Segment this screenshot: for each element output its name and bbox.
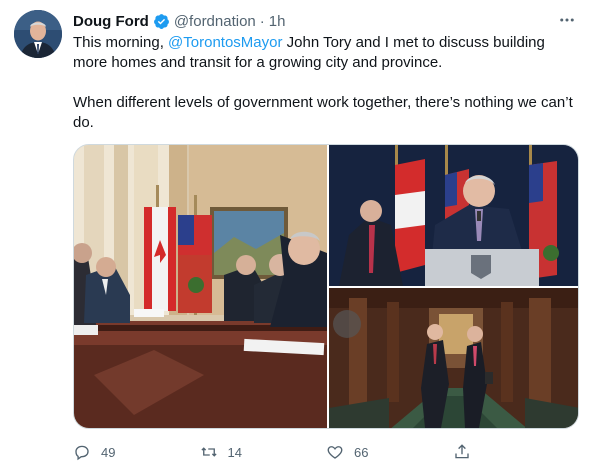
avatar[interactable]	[14, 10, 62, 58]
reply-button[interactable]: 49	[73, 443, 200, 461]
share-button[interactable]	[453, 443, 580, 461]
mention-link[interactable]: @TorontosMayor	[168, 34, 282, 51]
retweet-icon	[200, 447, 217, 457]
tweet-text: This morning, @TorontosMayor John Tory a…	[73, 33, 578, 153]
avatar-image	[14, 10, 62, 58]
tweet-timestamp[interactable]: 1h	[269, 13, 286, 30]
tweet-paragraph-1: This morning, @TorontosMayor John Tory a…	[73, 33, 578, 73]
photo-meeting-room[interactable]	[74, 145, 327, 428]
more-options-button[interactable]	[557, 10, 577, 30]
photo-hallway-walk[interactable]	[329, 288, 578, 428]
verified-badge-icon	[153, 13, 169, 29]
reply-icon	[75, 445, 89, 461]
tweet-paragraph-2: When different levels of government work…	[73, 94, 573, 131]
like-button[interactable]: 66	[326, 443, 453, 461]
tweet-text-intro: This morning,	[73, 34, 169, 51]
reply-count: 49	[101, 444, 116, 460]
retweet-button[interactable]: 14	[200, 443, 327, 461]
tweet-action-bar: 49 14 66	[73, 440, 579, 464]
like-count: 66	[354, 444, 369, 460]
photo-press-conference[interactable]	[329, 145, 578, 286]
retweet-count: 14	[227, 444, 242, 460]
like-icon	[327, 446, 343, 459]
media-grid	[73, 144, 579, 429]
share-icon	[454, 444, 469, 459]
author-name[interactable]: Doug Ford	[73, 13, 149, 30]
more-icon	[560, 18, 574, 22]
tweet-header: Doug Ford @fordnation · 1h	[73, 11, 577, 31]
author-handle[interactable]: @fordnation	[174, 13, 256, 30]
separator-dot: ·	[259, 12, 265, 30]
